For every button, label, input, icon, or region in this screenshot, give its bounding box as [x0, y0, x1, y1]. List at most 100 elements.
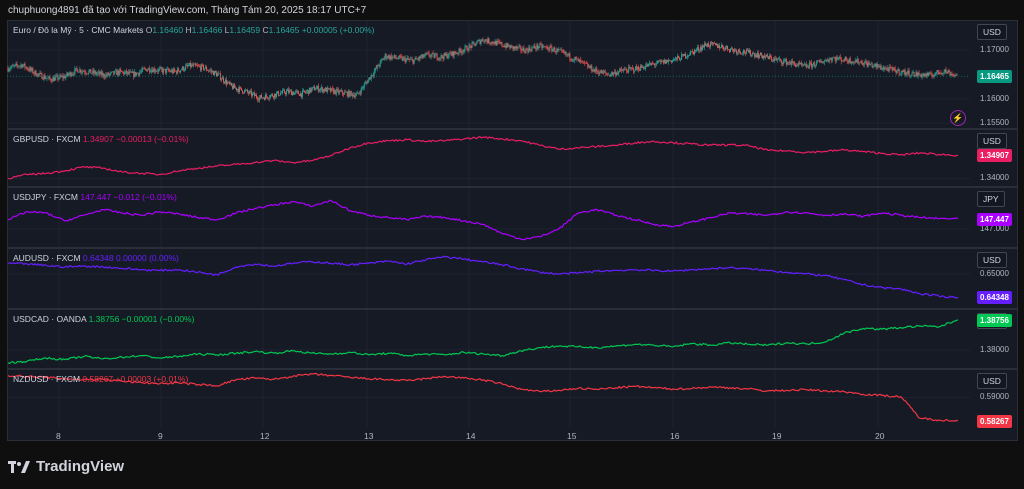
- candle-body: [411, 59, 413, 60]
- candle-body: [316, 86, 318, 88]
- candle-body: [550, 46, 552, 47]
- candle-body: [928, 72, 930, 76]
- candle-body: [239, 87, 241, 92]
- candle-body: [31, 68, 33, 71]
- candle-body: [700, 47, 702, 51]
- candle-body: [443, 53, 445, 60]
- pane-legend[interactable]: GBPUSD · FXCM 1.34907 −0.00013 (−0.01%): [13, 134, 189, 144]
- candle-body: [131, 71, 133, 73]
- y-axis-tick: 1.15500: [980, 118, 1009, 128]
- candle-body: [612, 72, 614, 75]
- candle-body: [614, 71, 616, 73]
- candle-body: [476, 41, 478, 45]
- currency-button[interactable]: USD: [977, 373, 1007, 389]
- candle-body: [72, 73, 74, 75]
- currency-button[interactable]: USD: [977, 133, 1007, 149]
- candle-body: [795, 65, 797, 67]
- candle-body: [628, 66, 630, 73]
- pane-separators[interactable]: [7, 128, 1018, 370]
- candle-body: [456, 53, 458, 54]
- candle-body: [166, 69, 168, 73]
- candle-body: [42, 78, 44, 80]
- candle-body: [378, 65, 380, 67]
- candle-body: [820, 61, 822, 63]
- candle-body: [345, 92, 347, 93]
- candle-body: [519, 46, 521, 47]
- symbol-name: USDJPY · FXCM: [13, 192, 79, 202]
- candle-body: [594, 69, 596, 72]
- candle-body: [174, 68, 176, 71]
- candle-body: [119, 69, 121, 75]
- pane-legend[interactable]: USDCAD · OANDA 1.38756 −0.00001 (−0.00%): [13, 314, 194, 324]
- pane-legend[interactable]: AUDUSD · FXCM 0.64348 0.00000 (0.00%): [13, 253, 179, 263]
- currency-button[interactable]: USD: [977, 24, 1007, 40]
- candle-body: [891, 68, 893, 71]
- currency-button[interactable]: JPY: [977, 191, 1005, 207]
- candle-body: [878, 66, 880, 68]
- x-axis-tick: 19: [772, 431, 782, 441]
- candle-body: [191, 64, 193, 68]
- series-value: 0.64348 0.00000 (0.00%): [80, 253, 179, 263]
- candle-body: [87, 73, 89, 75]
- pane-legend[interactable]: USDJPY · FXCM 147.447 −0.012 (−0.01%): [13, 192, 177, 202]
- candle-body: [172, 70, 174, 73]
- currency-button[interactable]: USD: [977, 252, 1007, 268]
- candle-body: [943, 71, 945, 74]
- candle-body: [850, 61, 852, 64]
- candle-body: [44, 75, 46, 79]
- candle-body: [629, 66, 631, 68]
- candle-body: [59, 75, 61, 79]
- candle-body: [563, 51, 565, 53]
- candle-body: [360, 87, 362, 94]
- candle-body: [782, 60, 784, 64]
- series-value: 147.447 −0.012 (−0.01%): [78, 192, 177, 202]
- candle-body: [398, 55, 400, 59]
- candle-body: [922, 73, 924, 76]
- pane-legend[interactable]: Euro / Đô la Mỹ · 5 · CMC Markets O1.164…: [13, 25, 375, 35]
- candle-body: [70, 72, 72, 77]
- candle-body: [285, 90, 287, 95]
- candle-body: [649, 62, 651, 64]
- candle-body: [245, 89, 247, 91]
- candle-body: [564, 51, 566, 53]
- candle-body: [934, 74, 936, 76]
- candle-body: [676, 57, 678, 60]
- candle-body: [532, 47, 534, 48]
- series-value: 0.58267 +0.00003 (+0.01%): [80, 374, 189, 384]
- candle-body: [382, 59, 384, 60]
- candle-body: [783, 60, 785, 62]
- pane-legend[interactable]: NZDUSD · FXCM 0.58267 +0.00003 (+0.01%): [13, 374, 188, 384]
- candle-body: [533, 45, 535, 48]
- candle-body: [558, 49, 560, 51]
- candle-body: [218, 73, 220, 75]
- candle-body: [505, 45, 507, 48]
- candle-body: [30, 67, 32, 71]
- multi-pane-chart[interactable]: [0, 0, 1024, 489]
- candle-body: [699, 50, 701, 51]
- candle-body: [837, 58, 839, 60]
- candle-body: [441, 55, 443, 58]
- candle-body: [244, 90, 246, 94]
- candle-body: [222, 77, 224, 80]
- candle-body: [216, 72, 218, 77]
- candle-body: [352, 94, 354, 97]
- candle-body: [670, 60, 672, 62]
- candle-body: [52, 77, 54, 82]
- candle-body: [388, 55, 390, 59]
- candle-body: [202, 64, 204, 66]
- candle-body: [623, 69, 625, 71]
- candle-body: [696, 49, 698, 51]
- candle-body: [645, 65, 647, 69]
- candle-body: [82, 71, 84, 72]
- candle-body: [156, 70, 158, 72]
- candle-body: [502, 45, 504, 47]
- candle-body: [819, 61, 821, 63]
- candle-body: [176, 71, 178, 74]
- candle-body: [193, 64, 195, 66]
- candle-body: [231, 82, 233, 86]
- candle-body: [590, 65, 592, 69]
- candle-body: [484, 39, 486, 43]
- candle-body: [495, 41, 497, 46]
- lightning-icon[interactable]: ⚡: [950, 110, 966, 126]
- candle-body: [559, 49, 561, 51]
